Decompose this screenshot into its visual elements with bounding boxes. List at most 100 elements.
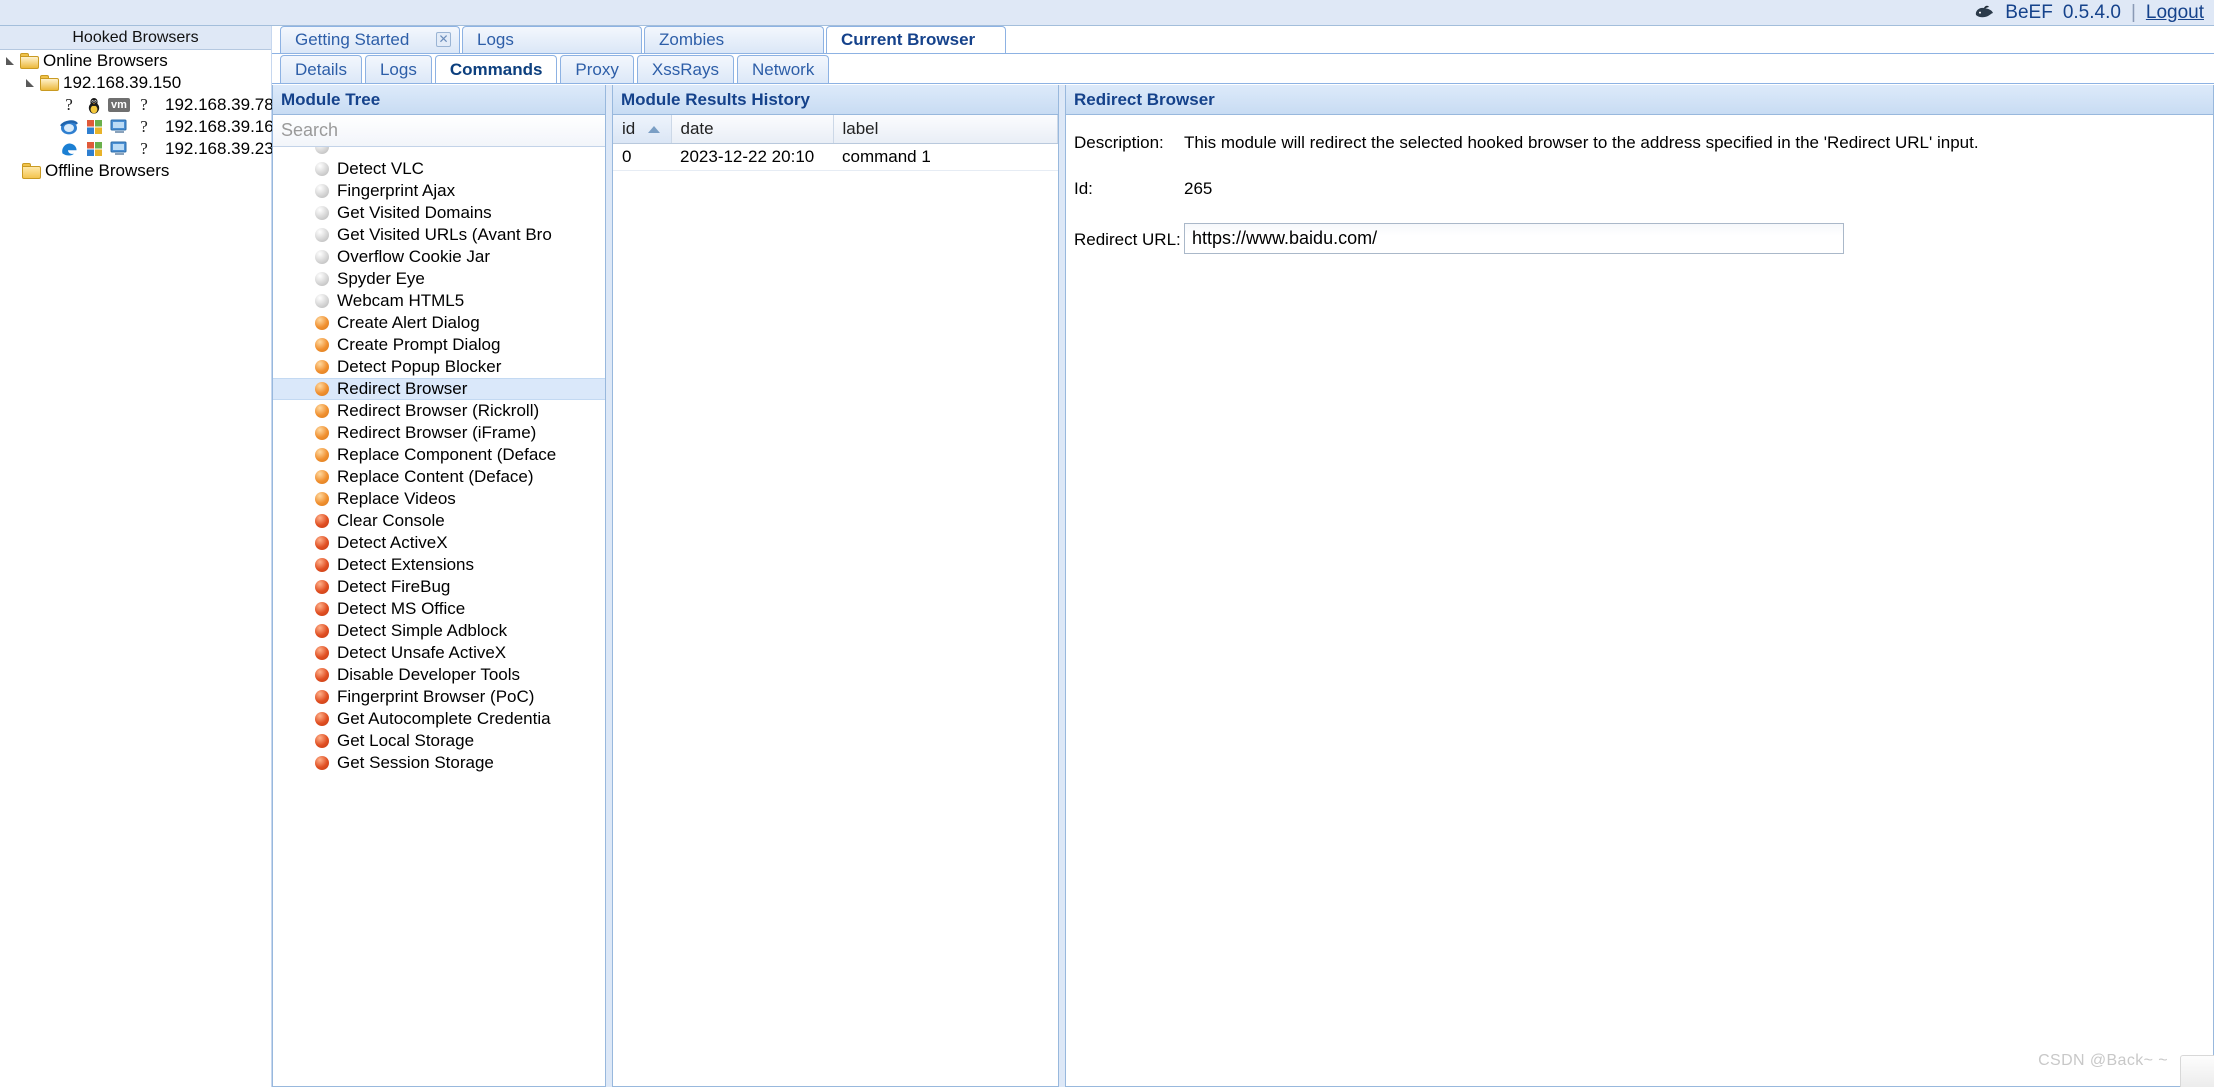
folder-icon: [22, 163, 41, 179]
subtab-logs[interactable]: Logs: [364, 55, 432, 83]
module-item-detect-firebug[interactable]: Detect FireBug: [273, 576, 605, 598]
module-search-input[interactable]: [273, 115, 605, 146]
tree-node-192-168-39-236[interactable]: ? 192.168.39.236: [0, 138, 283, 160]
column-header-id[interactable]: id: [613, 115, 672, 144]
module-status-orange-icon: [315, 426, 329, 440]
module-item-partial[interactable]: [273, 147, 605, 158]
browser-sub-tab-strip[interactable]: Details Logs Commands Proxy XssRays Network: [272, 54, 2214, 84]
table-row[interactable]: 0 2023-12-22 20:10 command 1: [613, 143, 1058, 171]
module-item-replace-component-deface[interactable]: Replace Component (Deface: [273, 444, 605, 466]
tree-node-online-browsers[interactable]: Online Browsers: [0, 50, 271, 72]
module-item-label: Redirect Browser: [337, 379, 468, 398]
module-item-redirect-browser-rickroll[interactable]: Redirect Browser (Rickroll): [273, 400, 605, 422]
module-item-label: Fingerprint Ajax: [337, 181, 456, 200]
module-item-get-session-storage[interactable]: Get Session Storage: [273, 752, 605, 774]
module-item-label: Redirect Browser (iFrame): [337, 423, 537, 442]
history-header-row: id date label: [613, 115, 1058, 144]
detail-title: Redirect Browser: [1066, 85, 2213, 115]
module-item-replace-videos[interactable]: Replace Videos: [273, 488, 605, 510]
module-item-disable-developer-tools[interactable]: Disable Developer Tools: [273, 664, 605, 686]
module-item-spyder-eye[interactable]: Spyder Eye: [273, 268, 605, 290]
module-item-create-alert-dialog[interactable]: Create Alert Dialog: [273, 312, 605, 334]
module-item-label: Get Visited Domains: [337, 203, 492, 222]
description-label: Description:: [1074, 133, 1164, 152]
module-status-red-icon: [315, 580, 329, 594]
module-list[interactable]: Detect VLC Fingerprint Ajax Get Visited Do…: [273, 147, 605, 1086]
expand-collapse-icon[interactable]: [4, 54, 18, 68]
tab-label: Getting Started: [295, 30, 410, 49]
module-item-fingerprint-ajax[interactable]: Fingerprint Ajax: [273, 180, 605, 202]
module-item-overflow-cookie-jar[interactable]: Overflow Cookie Jar: [273, 246, 605, 268]
module-item-fingerprint-browser-poc[interactable]: Fingerprint Browser (PoC): [273, 686, 605, 708]
module-status-gray-icon: [315, 206, 329, 220]
expand-collapse-icon[interactable]: [24, 76, 38, 90]
module-item-label: Get Local Storage: [337, 731, 475, 750]
module-item-replace-content-deface[interactable]: Replace Content (Deface): [273, 466, 605, 488]
tree-node-192-168-39-78[interactable]: ? vm? 192.168.39.78: [0, 94, 274, 116]
redirect-url-input[interactable]: [1184, 223, 1844, 254]
module-item-detect-activex[interactable]: Detect ActiveX: [273, 532, 605, 554]
module-status-orange-icon: [315, 316, 329, 330]
tab-current-browser[interactable]: Current Browser: [826, 26, 1006, 53]
module-item-detect-ms-office[interactable]: Detect MS Office: [273, 598, 605, 620]
subtab-commands[interactable]: Commands: [434, 55, 558, 83]
module-status-red-icon: [315, 624, 329, 638]
tab-label: Current Browser: [841, 30, 976, 49]
logout-link[interactable]: Logout: [2146, 2, 2204, 24]
history-table: id date label 0 2023-12-22 20:10 command 1: [613, 115, 1058, 171]
close-icon[interactable]: ✕: [436, 32, 451, 47]
column-label-id: id: [622, 118, 636, 138]
subtab-label: Details: [295, 59, 347, 79]
tab-logs[interactable]: Logs: [462, 26, 642, 53]
module-item-detect-extensions[interactable]: Detect Extensions: [273, 554, 605, 576]
module-item-get-local-storage[interactable]: Get Local Storage: [273, 730, 605, 752]
tree-node-offline-browsers[interactable]: Offline Browsers: [0, 160, 271, 182]
module-item-clear-console[interactable]: Clear Console: [273, 510, 605, 532]
module-status-gray-icon: [315, 162, 329, 176]
subtab-network[interactable]: Network: [736, 55, 830, 83]
module-item-label: Redirect Browser (Rickroll): [337, 401, 540, 420]
module-item-get-visited-urls-avant-bro[interactable]: Get Visited URLs (Avant Bro: [273, 224, 605, 246]
folder-icon: [20, 53, 39, 69]
tree-node-192-168-39-160[interactable]: ? 192.168.39.160: [0, 116, 283, 138]
module-item-detect-vlc[interactable]: Detect VLC: [273, 158, 605, 180]
unknown-icon: ?: [140, 117, 148, 136]
detail-row-description: Description: This module will redirect t…: [1066, 131, 2213, 153]
tab-zombies[interactable]: Zombies: [644, 26, 824, 53]
module-item-detect-popup-blocker[interactable]: Detect Popup Blocker: [273, 356, 605, 378]
module-item-redirect-browser[interactable]: Redirect Browser: [273, 378, 605, 400]
module-item-detect-simple-adblock[interactable]: Detect Simple Adblock: [273, 620, 605, 642]
module-item-label: Detect ActiveX: [337, 533, 448, 552]
internet-explorer-icon: [58, 118, 80, 136]
desktop-monitor-icon: [108, 118, 130, 136]
module-item-redirect-browser-iframe[interactable]: Redirect Browser (iFrame): [273, 422, 605, 444]
module-item-label: Get Visited URLs (Avant Bro: [337, 225, 552, 244]
main-tab-strip[interactable]: Getting Started ✕ Logs Zombies Current Brows…: [272, 26, 2214, 54]
vm-icon: vm: [108, 96, 130, 114]
module-item-webcam-html5[interactable]: Webcam HTML5: [273, 290, 605, 312]
module-status-orange-icon: [315, 360, 329, 374]
module-status-orange-icon: [315, 382, 329, 396]
tree-node-192-168-39-150[interactable]: 192.168.39.150: [0, 72, 271, 94]
module-item-label: Replace Content (Deface): [337, 467, 534, 486]
module-item-create-prompt-dialog[interactable]: Create Prompt Dialog: [273, 334, 605, 356]
tree-node-label: 192.168.39.150: [63, 73, 182, 92]
column-header-date[interactable]: date: [671, 115, 834, 144]
module-status-red-icon: [315, 734, 329, 748]
module-item-label: Disable Developer Tools: [337, 665, 521, 684]
module-item-detect-unsafe-activex[interactable]: Detect Unsafe ActiveX: [273, 642, 605, 664]
module-item-label: Detect Simple Adblock: [337, 621, 508, 640]
module-item-get-visited-domains[interactable]: Get Visited Domains: [273, 202, 605, 224]
subtab-details[interactable]: Details: [280, 55, 362, 83]
subtab-xssrays[interactable]: XssRays: [636, 55, 734, 83]
hooked-browsers-tree[interactable]: Online Browsers 192.168.39.150? vm? 192.168…: [0, 50, 283, 182]
tab-getting-started[interactable]: Getting Started ✕: [280, 26, 460, 53]
id-value: 265: [1184, 179, 1213, 198]
detail-row-redirect-url: Redirect URL:: [1066, 223, 2213, 254]
subtab-proxy[interactable]: Proxy: [560, 55, 634, 83]
module-item-get-autocomplete-credentia[interactable]: Get Autocomplete Credentia: [273, 708, 605, 730]
desktop-monitor-icon: [108, 140, 130, 158]
unknown-icon: ?: [140, 139, 148, 158]
tree-node-label: Online Browsers: [43, 51, 168, 70]
column-header-label[interactable]: label: [833, 115, 1058, 144]
